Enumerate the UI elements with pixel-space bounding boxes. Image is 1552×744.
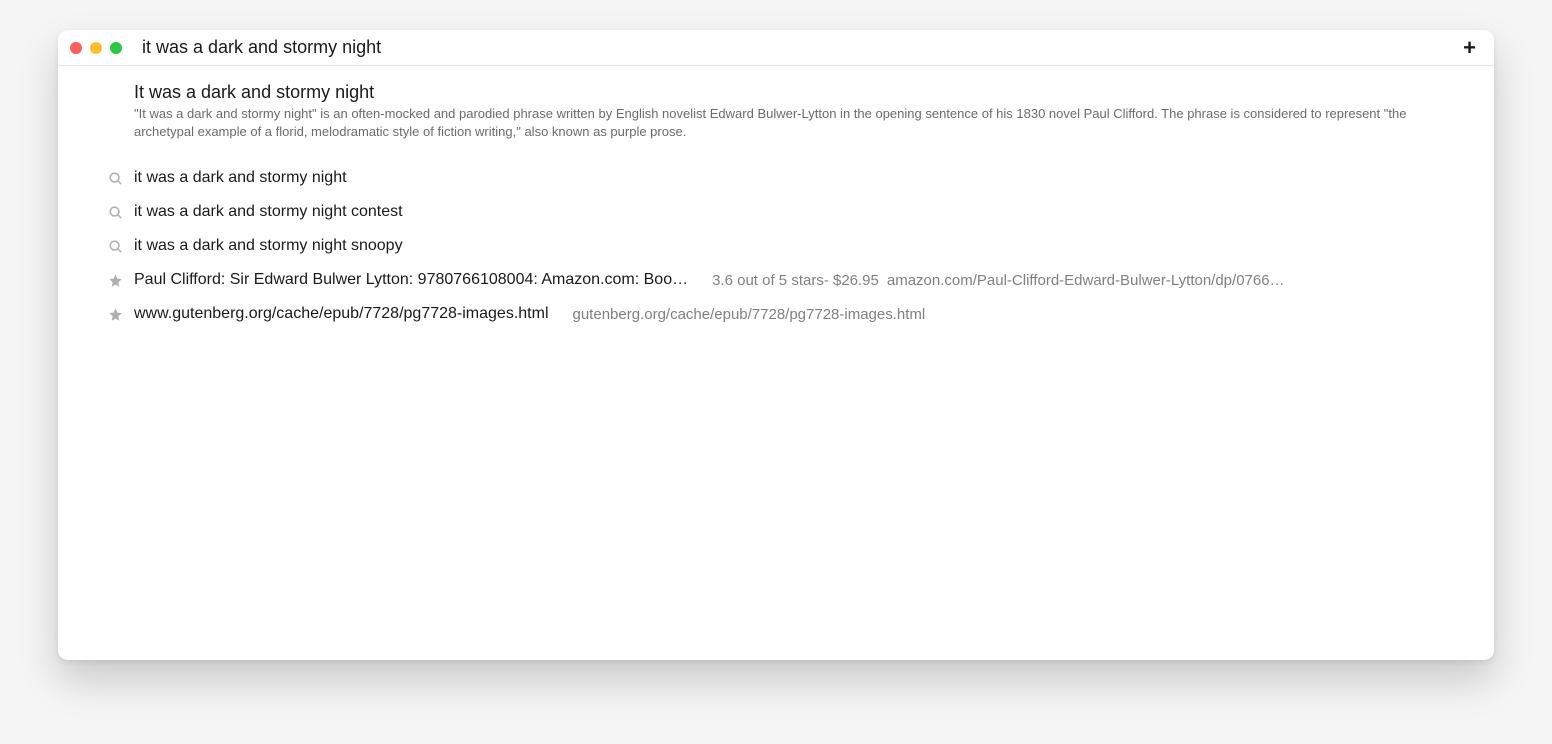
- search-suggestion[interactable]: it was a dark and stormy night snoopy: [58, 229, 1494, 263]
- search-icon: [106, 203, 124, 221]
- new-tab-button[interactable]: +: [1457, 37, 1482, 59]
- star-icon: [106, 271, 124, 289]
- search-input[interactable]: [122, 37, 1457, 58]
- top-result[interactable]: It was a dark and stormy night "It was a…: [58, 78, 1494, 155]
- traffic-lights: [70, 42, 122, 54]
- bookmark-title: Paul Clifford: Sir Edward Bulwer Lytton:…: [134, 271, 688, 289]
- search-icon: [106, 169, 124, 187]
- bookmark-suggestion[interactable]: www.gutenberg.org/cache/epub/7728/pg7728…: [58, 297, 1494, 331]
- bookmark-suggestion[interactable]: Paul Clifford: Sir Edward Bulwer Lytton:…: [58, 263, 1494, 297]
- top-result-title: It was a dark and stormy night: [134, 82, 1450, 103]
- suggestion-text: it was a dark and stormy night snoopy: [134, 237, 403, 255]
- suggestion-list: it was a dark and stormy night it was a …: [58, 161, 1494, 331]
- minimize-button[interactable]: [90, 42, 102, 54]
- top-result-description: "It was a dark and stormy night" is an o…: [134, 105, 1450, 141]
- bookmark-meta: 3.6 out of 5 stars- $26.95: [712, 272, 879, 289]
- search-icon: [106, 237, 124, 255]
- titlebar: +: [58, 30, 1494, 66]
- search-suggestion[interactable]: it was a dark and stormy night contest: [58, 195, 1494, 229]
- search-suggestion[interactable]: it was a dark and stormy night: [58, 161, 1494, 195]
- suggestions-panel: It was a dark and stormy night "It was a…: [58, 66, 1494, 660]
- suggestion-text: it was a dark and stormy night contest: [134, 203, 403, 221]
- close-button[interactable]: [70, 42, 82, 54]
- plus-icon: +: [1463, 35, 1476, 60]
- bookmark-title: www.gutenberg.org/cache/epub/7728/pg7728…: [134, 305, 549, 323]
- star-icon: [106, 305, 124, 323]
- bookmark-url: gutenberg.org/cache/epub/7728/pg7728-ima…: [573, 306, 926, 323]
- suggestion-text: it was a dark and stormy night: [134, 169, 347, 187]
- bookmark-url: amazon.com/Paul-Clifford-Edward-Bulwer-L…: [887, 272, 1450, 289]
- maximize-button[interactable]: [110, 42, 122, 54]
- browser-window: + It was a dark and stormy night "It was…: [58, 30, 1494, 660]
